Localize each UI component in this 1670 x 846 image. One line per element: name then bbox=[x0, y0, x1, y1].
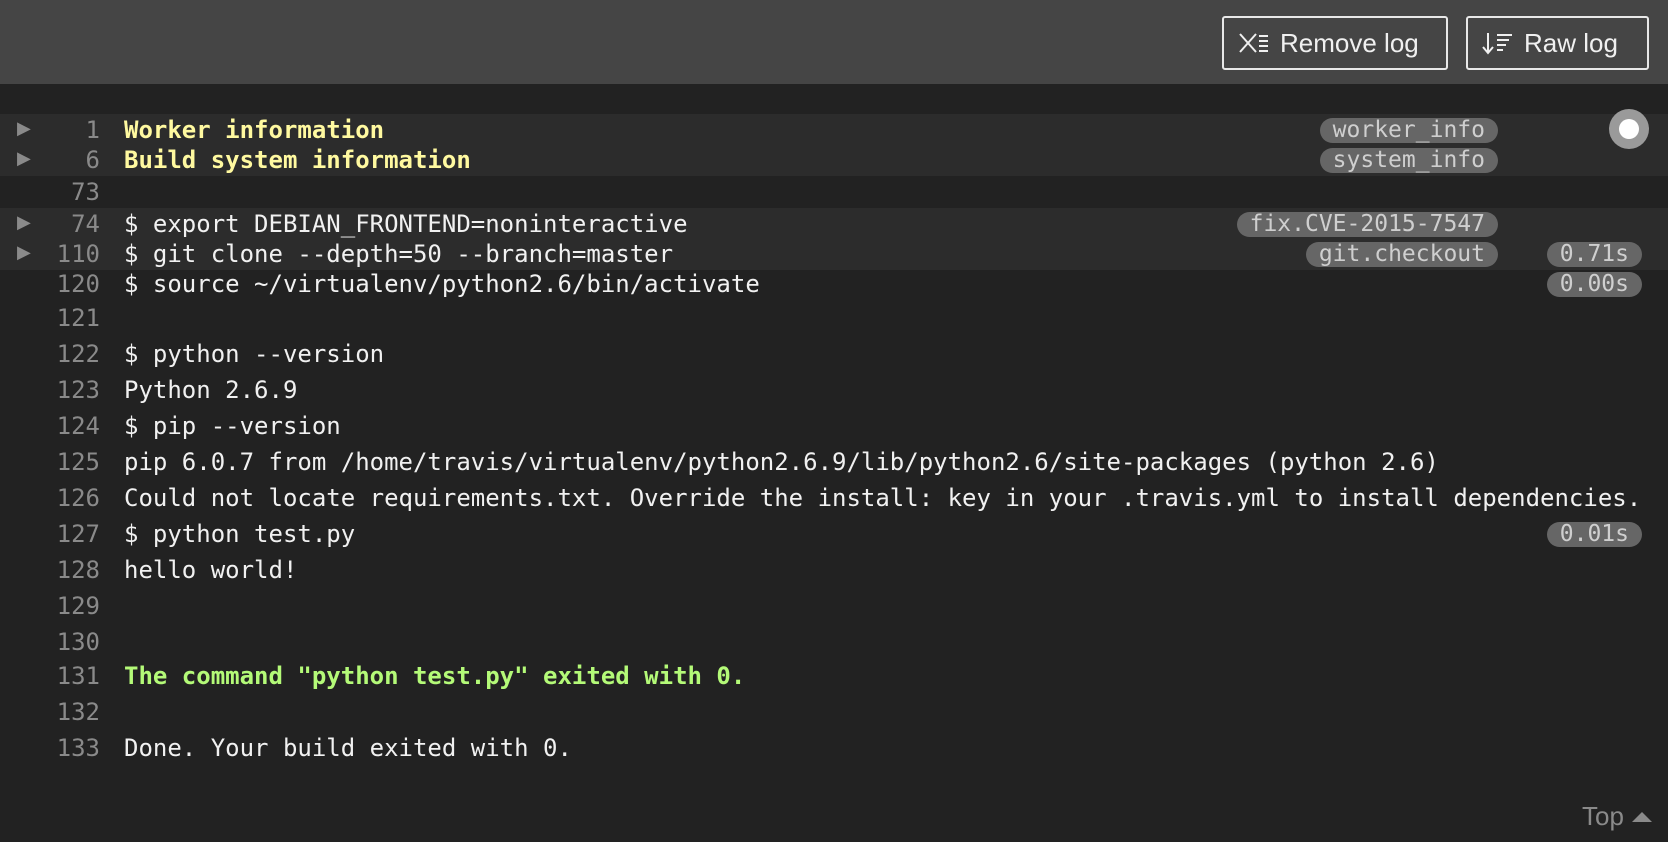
log-line: 126 Could not locate requirements.txt. Ov… bbox=[0, 482, 1668, 514]
log-line: 130 bbox=[0, 626, 1668, 658]
log-fold-row[interactable]: ▶ 74 $ export DEBIAN_FRONTEND=noninteracti… bbox=[0, 208, 1668, 240]
log-text: Worker information bbox=[124, 116, 385, 144]
line-number[interactable]: 122 bbox=[57, 340, 100, 368]
log-line: 127 $ python test.py 0.01s bbox=[0, 518, 1668, 550]
fold-arrow-icon[interactable]: ▶ bbox=[17, 118, 31, 139]
fold-label-badge: fix.CVE-2015-7547 bbox=[1236, 212, 1498, 237]
line-number[interactable]: 131 bbox=[57, 662, 100, 690]
log-text: The command "python test.py" exited with… bbox=[124, 662, 746, 690]
top-link[interactable]: Top bbox=[1582, 801, 1652, 832]
fold-arrow-icon[interactable]: ▶ bbox=[17, 148, 31, 169]
fold-arrow-icon[interactable]: ▶ bbox=[17, 212, 31, 233]
log-fold-row[interactable]: ▶ 110 $ git clone --depth=50 --branch=mast… bbox=[0, 238, 1668, 270]
line-number[interactable]: 73 bbox=[71, 178, 100, 206]
log-line: 133 Done. Your build exited with 0. bbox=[0, 732, 1668, 764]
log-text: Could not locate requirements.txt. Overr… bbox=[124, 484, 1642, 512]
log-line: 125 pip 6.0.7 from /home/travis/virtualen… bbox=[0, 446, 1668, 478]
line-number[interactable]: 133 bbox=[57, 734, 100, 762]
log-text: $ source ~/virtualenv/python2.6/bin/acti… bbox=[124, 270, 760, 298]
line-number[interactable]: 124 bbox=[57, 412, 100, 440]
line-number[interactable]: 130 bbox=[57, 628, 100, 656]
log-text: $ pip --version bbox=[124, 412, 341, 440]
log-line: 131 The command "python test.py" exited w… bbox=[0, 660, 1668, 692]
line-number[interactable]: 74 bbox=[71, 210, 100, 238]
raw-log-button[interactable]: Raw log bbox=[1466, 16, 1649, 70]
log-toolbar: Remove log Raw log bbox=[0, 0, 1668, 84]
log-fold-row[interactable]: ▶ 1 Worker information worker_info bbox=[0, 114, 1668, 146]
line-number[interactable]: 110 bbox=[57, 240, 100, 268]
line-number[interactable]: 129 bbox=[57, 592, 100, 620]
log-line: 128 hello world! bbox=[0, 554, 1668, 586]
log-text: $ python test.py bbox=[124, 520, 356, 548]
log-text: Python 2.6.9 bbox=[124, 376, 298, 404]
line-number[interactable]: 121 bbox=[57, 304, 100, 332]
remove-log-icon bbox=[1239, 33, 1268, 53]
line-number[interactable]: 128 bbox=[57, 556, 100, 584]
log-text: $ python --version bbox=[124, 340, 385, 368]
log-text: Done. Your build exited with 0. bbox=[124, 734, 572, 762]
fold-label-badge: system_info bbox=[1319, 148, 1498, 173]
line-number[interactable]: 125 bbox=[57, 448, 100, 476]
log-line: 132 bbox=[0, 696, 1668, 728]
remove-log-label: Remove log bbox=[1280, 27, 1419, 58]
log-text: Build system information bbox=[124, 146, 471, 174]
arrow-up-icon bbox=[1631, 811, 1652, 822]
fold-arrow-icon[interactable]: ▶ bbox=[17, 242, 31, 263]
record-icon[interactable] bbox=[1609, 109, 1649, 149]
line-number[interactable]: 132 bbox=[57, 698, 100, 726]
log-line: 120 $ source ~/virtualenv/python2.6/bin/a… bbox=[0, 268, 1668, 300]
log-text: $ git clone --depth=50 --branch=master bbox=[124, 240, 674, 268]
line-number[interactable]: 120 bbox=[57, 270, 100, 298]
fold-label-badge: worker_info bbox=[1319, 118, 1498, 143]
top-link-label: Top bbox=[1582, 801, 1624, 831]
log-line: 121 bbox=[0, 302, 1668, 334]
log-fold-row[interactable]: ▶ 6 Build system information system_info bbox=[0, 144, 1668, 176]
line-number[interactable]: 126 bbox=[57, 484, 100, 512]
line-number[interactable]: 127 bbox=[57, 520, 100, 548]
log-line: 122 $ python --version bbox=[0, 338, 1668, 370]
build-log: Remove log Raw log ▶ 1 Worker information w… bbox=[0, 0, 1668, 842]
log-text: hello world! bbox=[124, 556, 298, 584]
log-line: 123 Python 2.6.9 bbox=[0, 374, 1668, 406]
log-line: 129 bbox=[0, 590, 1668, 622]
log-line: 124 $ pip --version bbox=[0, 410, 1668, 442]
log-line: 73 bbox=[0, 176, 1668, 208]
raw-log-label: Raw log bbox=[1524, 27, 1618, 58]
log-text: $ export DEBIAN_FRONTEND=noninteractive bbox=[124, 210, 688, 238]
line-number[interactable]: 123 bbox=[57, 376, 100, 404]
fold-label-badge: git.checkout bbox=[1305, 242, 1498, 267]
remove-log-button[interactable]: Remove log bbox=[1222, 16, 1448, 70]
line-number[interactable]: 6 bbox=[86, 146, 100, 174]
raw-log-icon bbox=[1482, 33, 1512, 55]
duration-badge: 0.71s bbox=[1546, 242, 1642, 267]
duration-badge: 0.01s bbox=[1546, 522, 1642, 547]
log-text: pip 6.0.7 from /home/travis/virtualenv/p… bbox=[124, 448, 1439, 476]
line-number[interactable]: 1 bbox=[86, 116, 100, 144]
duration-badge: 0.00s bbox=[1546, 272, 1642, 297]
